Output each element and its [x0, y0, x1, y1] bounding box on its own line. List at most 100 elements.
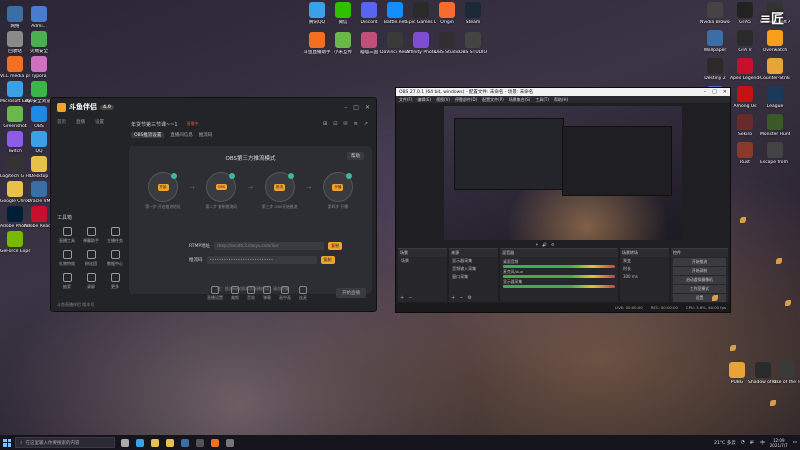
tool-item[interactable]: 粉丝团	[81, 250, 101, 267]
tool-item[interactable]: 更多	[105, 273, 125, 290]
obs-menu-item[interactable]: 工具(T)	[535, 97, 549, 103]
obs-preview[interactable]	[444, 106, 682, 240]
obs-menu-item[interactable]: 编辑(E)	[417, 97, 431, 103]
nav-item[interactable]: 首页	[57, 119, 66, 125]
obs-menu-item[interactable]: 配置文件(P)	[482, 97, 504, 103]
source-item[interactable]: 音频输入采集	[449, 265, 498, 273]
desktop-icon[interactable]: Steam	[458, 2, 488, 25]
taskbar-app-task-view[interactable]	[119, 437, 131, 449]
desktop-icon[interactable]: GeForce Experience	[0, 231, 30, 254]
source-item[interactable]: 窗口采集	[449, 273, 498, 281]
desktop-icon[interactable]: League	[760, 86, 790, 109]
volume-meter[interactable]	[503, 275, 615, 278]
taskbar-app-edge[interactable]	[134, 437, 146, 449]
obs-minimize-icon[interactable]: –	[704, 89, 707, 95]
taskbar-app-chrome[interactable]	[164, 437, 176, 449]
footer-tool[interactable]: 音效	[247, 285, 255, 301]
volume-meter[interactable]	[503, 285, 615, 288]
control-button[interactable]: 工作室模式	[673, 285, 726, 293]
step-circle[interactable]: 开播	[322, 172, 353, 202]
desktop-icon[interactable]: Escape from Tarkov	[760, 142, 790, 165]
scene-item[interactable]: 场景	[398, 257, 447, 265]
desktop-icon[interactable]: Counter-Strike	[760, 58, 790, 81]
duration-value[interactable]: 300 ms	[620, 273, 669, 280]
remove-icon[interactable]: −	[408, 295, 412, 301]
clock[interactable]: 12:09 2021/7/7	[770, 438, 788, 448]
nav-item[interactable]: 设置	[95, 119, 104, 125]
tool-item[interactable]: 录屏	[81, 273, 101, 290]
desktop-icon[interactable]: Nvidia Browser	[700, 2, 730, 25]
desktop-icon[interactable]: GTA V	[730, 30, 760, 53]
start-icon[interactable]	[3, 438, 11, 447]
taskbar-app-obs-studio[interactable]	[224, 437, 236, 449]
ime-indicator[interactable]: 中	[760, 440, 765, 446]
desktop-icon[interactable]: Apex Legends	[730, 58, 760, 81]
transition-select[interactable]: 渐变	[620, 257, 669, 265]
subtab[interactable]: 推流码	[199, 132, 213, 138]
minimize-icon[interactable]: –	[344, 104, 347, 111]
close-icon[interactable]: ✕	[365, 104, 370, 111]
obs-menu-item[interactable]: 文件(F)	[399, 97, 412, 103]
obs-close-icon[interactable]: ✕	[723, 89, 727, 95]
obs-maximize-icon[interactable]: □	[712, 89, 717, 95]
footer-tool[interactable]: 美颜	[231, 285, 239, 301]
tool-item[interactable]: 数据中心	[105, 250, 125, 267]
desktop-icon[interactable]: Among Us	[730, 86, 760, 109]
tool-item[interactable]: 弹幕助手	[81, 227, 101, 244]
desktop-icon[interactable]: Admi...	[24, 6, 54, 29]
desktop-icon[interactable]: Rust	[730, 142, 760, 165]
taskbar-app-mail[interactable]	[179, 437, 191, 449]
source-settings-icon[interactable]: ⚙	[467, 295, 471, 301]
start-live-button[interactable]: 开始直播	[336, 288, 366, 298]
tool-item[interactable]: 直播工具	[57, 227, 77, 244]
header-action-icon[interactable]: ≡	[354, 121, 358, 127]
desktop-icon[interactable]: Monster Hunter	[760, 114, 790, 137]
preview-control-icon[interactable]: ⏵	[536, 242, 538, 247]
add-icon[interactable]: +	[400, 295, 404, 301]
footer-tool[interactable]: 画中画	[279, 285, 291, 301]
taskbar-search[interactable]: ⌕ 在这里输入你要搜索的内容	[15, 437, 115, 448]
control-button[interactable]: 开始录制	[673, 267, 726, 275]
obs-menu-item[interactable]: 视图(V)	[436, 97, 450, 103]
tool-item[interactable]: 主播任务	[105, 227, 125, 244]
step-circle[interactable]: 推流	[264, 172, 295, 202]
add-source-icon[interactable]: +	[451, 295, 455, 301]
copy-key-button[interactable]: 复制	[320, 256, 335, 264]
rtmp-field[interactable]: rtmp://sendtc3.douyu.com/live	[214, 242, 325, 250]
obs-menu-item[interactable]: 停靠部件(D)	[455, 97, 477, 103]
taskbar-app-obs[interactable]	[194, 437, 206, 449]
subtab[interactable]: 直播间信息	[170, 132, 193, 138]
footer-tool[interactable]: 连麦	[299, 285, 307, 301]
remove-source-icon[interactable]: −	[459, 295, 463, 301]
taskbar-app-explorer[interactable]	[149, 437, 161, 449]
desktop-icon[interactable]: Destiny 2	[700, 58, 730, 81]
header-action-icon[interactable]: ⊞	[323, 121, 327, 127]
volume-meter[interactable]	[503, 265, 615, 268]
control-button[interactable]: 开始推流	[673, 258, 726, 266]
desktop-icon[interactable]: 火绒安全	[24, 31, 54, 54]
desktop-icon[interactable]: OBS STUDIO	[458, 32, 488, 55]
subtab[interactable]: OBS推流设置	[131, 132, 165, 138]
help-button[interactable]: 帮助	[347, 152, 364, 160]
desktop-icon[interactable]: Wallpaper	[700, 30, 730, 53]
obs-menu-item[interactable]: 帮助(H)	[554, 97, 568, 103]
source-item[interactable]: 显示器采集	[449, 257, 498, 265]
step-circle[interactable]: OBS	[206, 172, 237, 202]
tool-item[interactable]: 礼物特效	[57, 250, 77, 267]
footer-tool[interactable]: 弹幕	[263, 285, 271, 301]
footer-tool[interactable]: 直播设置	[207, 285, 223, 301]
header-action-icon[interactable]: ⊡	[333, 121, 337, 127]
network-icon[interactable]: ◔	[741, 440, 745, 445]
weather[interactable]: 21°C 多云	[714, 440, 736, 446]
preview-control-icon[interactable]: 🔊	[542, 242, 547, 247]
tool-item[interactable]: 抽奖	[57, 273, 77, 290]
header-action-icon[interactable]: ↗	[364, 121, 368, 127]
obs-menu-item[interactable]: 场景集合(S)	[509, 97, 531, 103]
control-button[interactable]: 设置	[673, 294, 726, 302]
notification-icon[interactable]: ▭	[793, 440, 797, 445]
desktop-icon[interactable]: Typora	[24, 56, 54, 79]
control-button[interactable]: 启动虚拟摄像机	[673, 276, 726, 284]
nav-item[interactable]: 直播	[76, 119, 85, 125]
step-circle[interactable]: 开始	[148, 172, 178, 202]
maximize-icon[interactable]: □	[353, 104, 359, 111]
